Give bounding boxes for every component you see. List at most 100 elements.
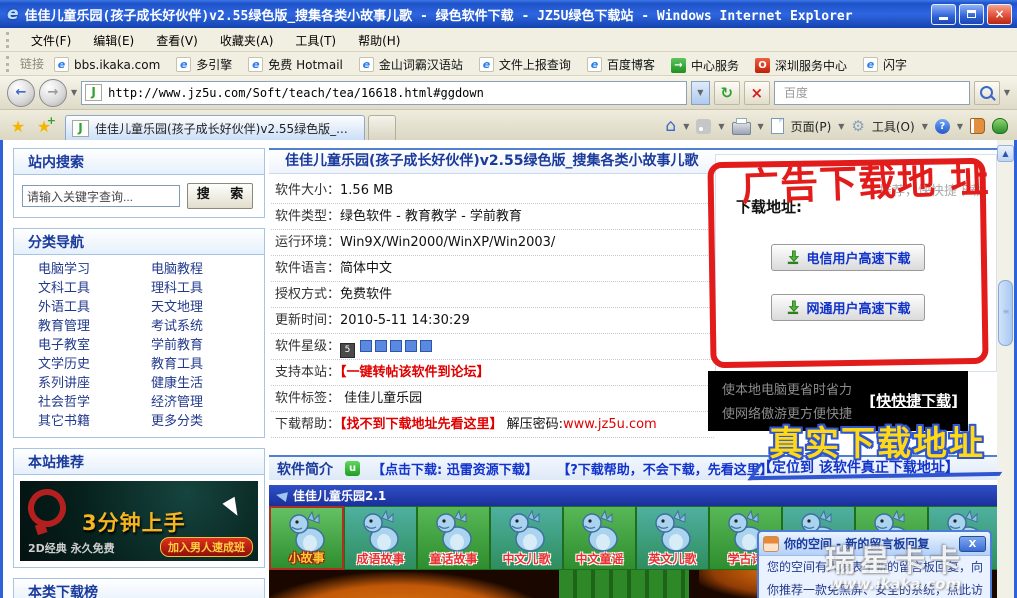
link-label: 中心服务 [690,59,739,73]
category-link[interactable]: 考试系统 [151,317,264,336]
close-button[interactable]: × [987,3,1012,25]
link-item[interactable]: e 金山词霸汉语站 [358,56,463,73]
category-link[interactable]: 经济管理 [151,393,264,412]
menu-item[interactable]: 文件(F) [20,31,82,51]
messenger-icon[interactable] [992,118,1008,134]
intro-link[interactable]: 【?下载帮助，不会下载，先看这里】 [564,463,773,478]
star-square [390,340,403,352]
toolbar-grip[interactable] [6,31,12,48]
link-item[interactable]: e 文件上报查询 [478,56,571,73]
research-icon[interactable] [970,118,985,134]
address-dropdown-button[interactable]: ▼ [690,80,710,105]
star-square [420,340,433,352]
category-link[interactable]: 电子教室 [38,336,151,355]
scroll-thumb[interactable]: ≡ [998,280,1013,346]
category-link[interactable]: 理科工具 [151,279,264,298]
vertical-scrollbar[interactable]: ▲ ≡ [997,140,1014,598]
download-button[interactable]: 网通用户高速下载 [771,294,925,321]
category-link[interactable]: 外语工具 [38,298,151,317]
search-submit-button[interactable]: 搜 索 [187,183,253,209]
print-icon[interactable] [731,117,751,135]
panel-title: 本站推荐 [14,449,264,475]
tools-menu-button[interactable]: 工具(O) [872,118,915,135]
menu-item[interactable]: 编辑(E) [82,31,145,51]
search-provider-dropdown-icon[interactable]: ▼ [1004,88,1010,97]
help-dropdown-icon[interactable]: ▼ [957,122,963,131]
dino-character-icon [581,509,618,552]
keyword-input[interactable] [22,185,180,207]
info-label: 下载帮助： [275,417,341,432]
link-item[interactable]: e 免费 Hotmail [248,56,343,73]
help-icon[interactable]: ? [934,118,950,134]
dino-character-icon [654,509,691,552]
category-link[interactable]: 教育工具 [151,355,264,374]
link-item[interactable]: e 多引擎 [176,56,232,73]
red-link[interactable]: 【找不到下载地址先看这里】 [340,417,503,432]
window-title: 佳佳儿童乐园(孩子成长好伙伴)v2.55绿色版_搜集各类小故事儿歌 - 绿色软件… [24,8,853,24]
page-menu-button[interactable]: 页面(P) [791,118,832,135]
minimize-button[interactable] [931,3,956,25]
stop-button[interactable]: × [743,80,770,105]
page-dropdown-icon[interactable]: ▼ [838,122,844,131]
category-link[interactable]: 系列讲座 [38,374,151,393]
menu-item[interactable]: 收藏夹(A) [209,31,285,51]
print-dropdown-icon[interactable]: ▼ [758,122,764,131]
category-link[interactable]: 社会哲学 [38,393,151,412]
red-link[interactable]: 【一键转帖该软件到论坛】 [340,365,490,380]
link-item[interactable]: O 深圳服务中心 [754,57,847,74]
link-item[interactable]: → 中心服务 [670,57,739,74]
game-ad-banner[interactable]: 3分钟上手 2D经典 永久免费 加入男人速成班 [20,481,258,561]
forward-button[interactable]: → [39,78,67,107]
intro-link[interactable]: 【点击下载: 迅雷资源下载】 [372,463,538,478]
home-button[interactable]: ⌂ [665,117,676,134]
tab-bar: ★ ★ J 佳佳儿童乐园(孩子成长好伙伴)v2.55绿色版_... ⌂ ▼ ▼ … [0,110,1017,140]
link-label: 闪字 [882,58,907,72]
category-link[interactable]: 教育管理 [38,317,151,336]
tools-dropdown-icon[interactable]: ▼ [922,122,928,131]
locate-real-download-link[interactable]: 【定位到 该软件真正下载地址】 [758,457,959,477]
category-link[interactable]: 电脑学习 [38,260,151,279]
promo-link[interactable]: [快快捷下载] [869,390,958,411]
add-favorite-button[interactable]: ★ [31,114,57,139]
toolbar-grip[interactable] [6,55,12,72]
category-link[interactable]: 天文地理 [151,298,264,317]
category-link[interactable]: 更多分类 [151,412,264,431]
banner-titlebar: 佳佳儿童乐园2.1 [269,485,1001,506]
browser-tab[interactable]: J 佳佳儿童乐园(孩子成长好伙伴)v2.55绿色版_... [65,115,365,140]
refresh-button[interactable]: ↻ [713,80,740,105]
search-input[interactable] [781,84,962,101]
popup-close-button[interactable]: X [959,535,986,552]
link-label: 多引擎 [196,58,233,72]
download-button[interactable]: 电信用户高速下载 [771,244,925,271]
forward-icon: → [47,85,59,100]
home-dropdown-icon[interactable]: ▼ [683,122,689,131]
link-item[interactable]: e 闪字 [862,56,907,73]
address-input[interactable] [106,84,683,101]
scroll-up-button[interactable]: ▲ [997,145,1014,162]
menu-item[interactable]: 帮助(H) [347,31,411,51]
info-row: 软件大小：1.56 MB [271,178,714,204]
back-button[interactable]: ← [7,78,35,107]
link-item[interactable]: e 百度博客 [586,56,655,73]
link-item[interactable]: e bbs.ikaka.com [54,57,160,72]
menu-item[interactable]: 工具(T) [284,31,347,51]
category-link[interactable]: 文学历史 [38,355,151,374]
category-link[interactable]: 学前教育 [151,336,264,355]
site-search-panel: 站内搜索 搜 索 [13,148,265,218]
category-link[interactable]: 电脑教程 [151,260,264,279]
recent-pages-dropdown-icon[interactable]: ▼ [71,88,77,97]
ad-cta-button[interactable]: 加入男人速成班 [160,537,253,557]
category-link[interactable]: 文科工具 [38,279,151,298]
category-link[interactable]: 其它书籍 [38,412,151,431]
info-value: 简体中文 [340,261,393,276]
strip-art [269,572,559,598]
link-label: 免费 Hotmail [268,58,343,72]
maximize-button[interactable] [959,3,984,25]
menu-item[interactable]: 查看(V) [145,31,209,51]
new-tab-button[interactable] [368,115,396,140]
search-go-button[interactable] [973,80,1000,105]
favorites-center-button[interactable]: ★ [5,114,31,139]
shark-icon [275,489,288,502]
tab-title: 佳佳儿童乐园(孩子成长好伙伴)v2.55绿色版_... [95,121,348,136]
category-link[interactable]: 健康生活 [151,374,264,393]
